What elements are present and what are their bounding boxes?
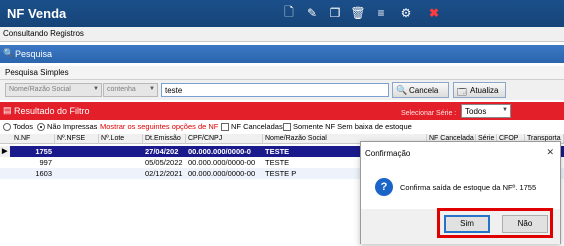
filter-result-header: ▤ Resultado do Filtro Selecionar Série :… <box>0 102 564 120</box>
column-header[interactable]: CPF/CNPJ <box>186 134 263 144</box>
radio-todos-label: Todos <box>13 122 34 131</box>
cell-nome: TESTE P <box>265 169 297 178</box>
chevron-down-icon: ▼ <box>502 107 508 113</box>
cell-cnpj: 00.000.000/0000-0 <box>188 147 251 156</box>
cancel-button-label: Cancela <box>409 86 439 95</box>
radio-nao-impressas[interactable]: Não Impressas <box>37 122 97 131</box>
subtab-bar: Consultando Registros <box>0 27 564 42</box>
checkbox-sem-baixa-control[interactable] <box>283 122 291 131</box>
settings-icon[interactable]: ⚙ <box>398 5 414 21</box>
cell-emissao: 05/05/2022 <box>145 158 183 167</box>
show-options-label: Mostrar os seguintes opções de NF : <box>100 122 223 131</box>
chevron-down-icon: ▼ <box>149 86 155 92</box>
series-select-value: Todos <box>465 107 487 116</box>
cell-emissao: 27/04/202 <box>145 147 179 156</box>
tab-pesquisa-simples[interactable]: Pesquisa Simples <box>5 68 69 77</box>
checkbox-sem-baixa[interactable]: Somente NF Sem baixa de estoque <box>283 122 412 131</box>
update-button[interactable]: 🗔 Atualiza <box>453 82 506 98</box>
dialog-title: Confirmação <box>365 149 411 158</box>
yes-button[interactable]: Sim <box>444 215 490 233</box>
options-row: Todos Não Impressas Mostrar os seguintes… <box>0 120 564 133</box>
checkbox-nf-canceladas[interactable]: NF Canceladas <box>221 122 283 131</box>
close-icon[interactable]: ✖ <box>426 5 442 21</box>
radio-nao-impressas-label: Não Impressas <box>47 122 98 131</box>
operator-select-value: contenha <box>107 86 136 93</box>
cell-nome: TESTE <box>265 158 290 167</box>
search-panel-title: Pesquisa <box>15 49 53 59</box>
search-panel-header[interactable]: 🔍 Pesquisa <box>0 45 564 63</box>
field-select-value: Nome/Razão Social <box>9 86 71 93</box>
cancel-button[interactable]: 🔍 Cancela <box>392 82 449 98</box>
delete-icon[interactable]: 🗑 <box>350 5 366 21</box>
operator-select[interactable]: contenha ▼ <box>103 83 158 97</box>
cell-nf: 1603 <box>35 169 52 178</box>
search-icon: 🔍 <box>3 48 15 58</box>
dialog-message: Confirma saída de estoque da NFº. 1755 <box>400 183 537 192</box>
series-select[interactable]: Todos ▼ <box>461 104 511 118</box>
search-row: Nome/Razão Social ▼ contenha ▼ teste 🔍 C… <box>0 80 564 100</box>
series-label: Selecionar Série : <box>401 110 457 117</box>
checkbox-sem-baixa-label: Somente NF Sem baixa de estoque <box>293 122 412 131</box>
copy-icon[interactable]: ❐ <box>327 5 343 21</box>
radio-todos-control[interactable] <box>3 122 11 131</box>
tab-consultando-registros[interactable]: Consultando Registros <box>3 29 84 38</box>
column-header[interactable]: Nº.NFSE <box>55 134 99 144</box>
new-document-icon[interactable]: 🗋 <box>281 5 297 21</box>
refresh-icon: 🗔 <box>457 87 467 97</box>
app-title: NF Venda <box>7 6 67 21</box>
update-button-label: Atualiza <box>470 86 499 95</box>
question-icon: ? <box>375 178 393 196</box>
cell-cnpj: 00.000.000/0000-00 <box>188 158 256 167</box>
list-icon: ▤ <box>3 105 12 115</box>
edit-icon[interactable]: ✎ <box>304 5 320 21</box>
column-header[interactable]: Dt.Emissão <box>143 134 186 144</box>
cell-emissao: 02/12/2021 <box>145 169 183 178</box>
cell-nf: 997 <box>39 158 52 167</box>
search-tabs: Pesquisa Simples <box>0 66 564 80</box>
radio-todos[interactable]: Todos <box>3 122 33 131</box>
app-titlebar: NF Venda 🗋 ✎ ❐ 🗑 ≡ ⚙ ✖ <box>0 0 564 27</box>
cell-cnpj: 00.000.000/0000-00 <box>188 169 256 178</box>
radio-nao-impressas-control[interactable] <box>37 122 45 131</box>
column-header[interactable]: Nº.Lote <box>99 134 143 144</box>
no-button[interactable]: Não <box>502 215 548 233</box>
checkbox-nf-canceladas-label: NF Canceladas <box>231 122 283 131</box>
field-select[interactable]: Nome/Razão Social ▼ <box>5 83 102 97</box>
cell-nf: 1755 <box>35 147 52 156</box>
chevron-down-icon: ▼ <box>93 86 99 92</box>
checkbox-nf-canceladas-control[interactable] <box>221 122 229 131</box>
column-header[interactable]: N.NF <box>12 134 55 144</box>
menu-icon[interactable]: ≡ <box>373 5 389 21</box>
search-icon: 🔍 <box>396 85 408 95</box>
filter-result-title: Resultado do Filtro <box>14 106 90 116</box>
close-icon[interactable]: ✕ <box>546 147 554 158</box>
search-input[interactable]: teste <box>161 83 389 97</box>
row-indicator-icon: ▶ <box>0 146 10 157</box>
cell-nome: TESTE <box>265 147 290 156</box>
